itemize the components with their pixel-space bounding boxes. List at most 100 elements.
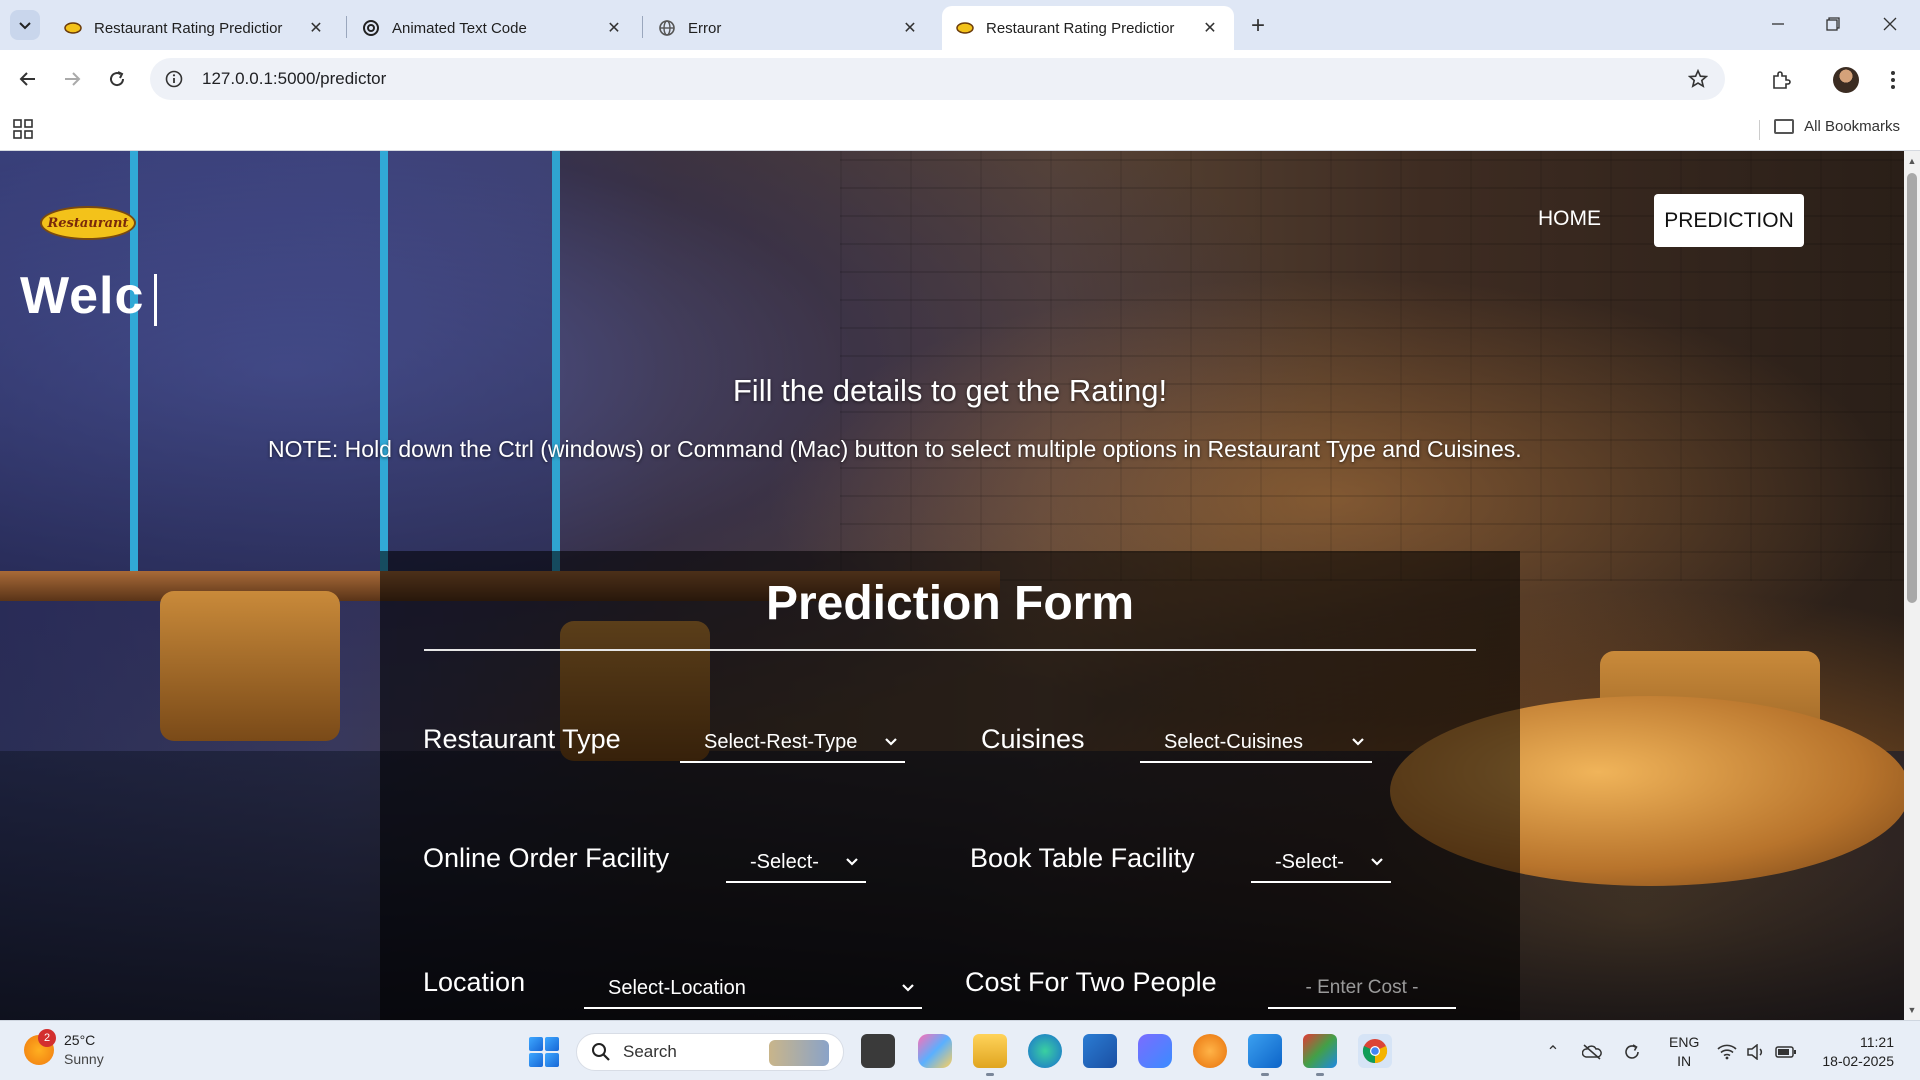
close-icon[interactable]: ✕ bbox=[604, 18, 624, 38]
forward-arrow-icon[interactable] bbox=[57, 64, 87, 94]
wifi-icon[interactable] bbox=[1716, 1041, 1738, 1063]
close-icon[interactable]: ✕ bbox=[306, 18, 326, 38]
book-table-value: -Select- bbox=[1275, 850, 1344, 873]
sync-icon[interactable] bbox=[1621, 1041, 1643, 1063]
chevron-down-icon bbox=[19, 22, 31, 30]
chrome-icon[interactable] bbox=[1358, 1034, 1392, 1068]
cost-label: Cost For Two People bbox=[965, 967, 1217, 997]
restaurant-favicon-icon bbox=[956, 19, 974, 37]
tab-title: Animated Text Code bbox=[392, 19, 527, 37]
bookmarks-divider bbox=[1759, 120, 1760, 140]
battery-icon[interactable] bbox=[1775, 1041, 1797, 1063]
vscode-icon[interactable] bbox=[1248, 1034, 1282, 1076]
taskbar-search[interactable]: Search bbox=[576, 1033, 844, 1071]
scroll-thumb[interactable] bbox=[1907, 173, 1917, 603]
tab-search-button[interactable] bbox=[10, 10, 40, 40]
page-scrollbar[interactable]: ▲ ▼ bbox=[1904, 151, 1920, 1020]
reload-icon[interactable] bbox=[102, 64, 132, 94]
scroll-up-icon[interactable]: ▲ bbox=[1904, 153, 1920, 169]
scroll-down-icon[interactable]: ▼ bbox=[1904, 1002, 1920, 1018]
online-order-label: Online Order Facility bbox=[423, 843, 670, 873]
bookmark-star-icon[interactable] bbox=[1687, 68, 1709, 90]
url-text[interactable]: 127.0.0.1:5000/predictor bbox=[202, 69, 386, 89]
system-clock[interactable]: 11:21 18-02-2025 bbox=[1814, 1033, 1894, 1071]
search-icon bbox=[592, 1043, 610, 1061]
selection-note: NOTE: Hold down the Ctrl (windows) or Co… bbox=[268, 436, 1522, 462]
taskbar: 2 25°C Sunny Search ⌃ ENG IN 11:21 18-02… bbox=[0, 1020, 1920, 1080]
tab-title: Restaurant Rating Predictior bbox=[94, 19, 283, 37]
restaurant-favicon-icon bbox=[64, 19, 82, 37]
chevron-down-icon bbox=[894, 983, 922, 993]
all-bookmarks-button[interactable]: All Bookmarks bbox=[1774, 118, 1900, 135]
nav-home-link[interactable]: HOME bbox=[1538, 207, 1601, 231]
restore-icon[interactable] bbox=[1813, 8, 1853, 40]
page-headline: Fill the details to get the Rating! bbox=[732, 373, 1168, 408]
restaurant-type-label: Restaurant Type bbox=[423, 724, 621, 754]
cuisines-label: Cuisines bbox=[981, 724, 1085, 754]
minimize-icon[interactable] bbox=[1758, 8, 1798, 40]
task-view-icon[interactable] bbox=[861, 1034, 895, 1068]
chevron-down-icon bbox=[1363, 857, 1391, 867]
tab-animated-text[interactable]: Animated Text Code ✕ bbox=[348, 6, 638, 50]
app-multicolor-icon[interactable] bbox=[1303, 1034, 1337, 1076]
chrome-logo-icon bbox=[1362, 1039, 1388, 1064]
restaurant-type-select[interactable]: Select-Rest-Type bbox=[680, 723, 905, 763]
cuisines-select[interactable]: Select-Cuisines bbox=[1140, 723, 1372, 763]
window-close-icon[interactable] bbox=[1870, 8, 1910, 40]
restaurant-type-value: Select-Rest-Type bbox=[704, 730, 858, 753]
nav-prediction-button[interactable]: PREDICTION bbox=[1654, 194, 1804, 247]
chevron-down-icon bbox=[838, 857, 866, 867]
book-table-select[interactable]: -Select- bbox=[1251, 843, 1391, 883]
openai-favicon-icon bbox=[362, 19, 380, 37]
tab-restaurant-active[interactable]: Restaurant Rating Predictior ✕ bbox=[942, 6, 1234, 50]
weather-widget[interactable]: 2 25°C Sunny bbox=[24, 1029, 104, 1069]
file-explorer-icon[interactable] bbox=[973, 1034, 1007, 1076]
clock-time: 11:21 bbox=[1860, 1034, 1894, 1050]
all-bookmarks-label: All Bookmarks bbox=[1804, 118, 1900, 135]
location-label: Location bbox=[423, 967, 526, 997]
region-code: IN bbox=[1677, 1053, 1692, 1069]
clock-date: 18-02-2025 bbox=[1822, 1053, 1894, 1069]
apps-grid-icon[interactable] bbox=[12, 118, 36, 142]
window-frame bbox=[380, 151, 388, 581]
site-info-icon[interactable] bbox=[164, 69, 184, 89]
typing-caret bbox=[154, 274, 157, 326]
tab-title: Restaurant Rating Predictior bbox=[986, 19, 1175, 37]
copilot-app-icon[interactable] bbox=[1138, 1034, 1172, 1068]
tab-restaurant-1[interactable]: Restaurant Rating Predictior ✕ bbox=[50, 6, 340, 50]
welcome-animated-text: Welc bbox=[20, 267, 145, 325]
online-order-select[interactable]: -Select- bbox=[726, 843, 866, 883]
onedrive-offline-icon[interactable] bbox=[1581, 1041, 1603, 1063]
sun-icon: 2 bbox=[24, 1029, 56, 1065]
profile-avatar[interactable] bbox=[1830, 64, 1862, 96]
form-title: Prediction Form bbox=[765, 577, 1135, 630]
avatar bbox=[1833, 67, 1859, 93]
search-label: Search bbox=[623, 1042, 677, 1061]
browser-toolbar: 127.0.0.1:5000/predictor bbox=[0, 50, 1920, 108]
more-menu-icon[interactable] bbox=[1877, 64, 1909, 96]
windows-start-icon[interactable] bbox=[529, 1037, 559, 1067]
address-bar[interactable]: 127.0.0.1:5000/predictor bbox=[150, 58, 1725, 100]
new-tab-button[interactable]: + bbox=[1244, 12, 1272, 40]
language-indicator[interactable]: ENG IN bbox=[1669, 1033, 1699, 1071]
cost-input[interactable]: - Enter Cost - bbox=[1268, 969, 1456, 1009]
tab-separator bbox=[642, 16, 643, 38]
bookmarks-bar: All Bookmarks bbox=[0, 108, 1920, 151]
back-arrow-icon[interactable] bbox=[13, 64, 43, 94]
close-icon[interactable]: ✕ bbox=[900, 18, 920, 38]
weather-condition: Sunny bbox=[64, 1051, 104, 1067]
globe-icon bbox=[658, 19, 676, 37]
site-logo[interactable]: Restaurant bbox=[40, 206, 136, 240]
edge-browser-icon[interactable] bbox=[1028, 1034, 1062, 1068]
form-divider bbox=[424, 649, 1476, 651]
chevron-down-icon bbox=[1344, 737, 1372, 747]
copilot-icon[interactable] bbox=[918, 1034, 952, 1068]
extensions-icon[interactable] bbox=[1765, 64, 1797, 96]
chevron-up-icon[interactable]: ⌃ bbox=[1542, 1041, 1564, 1063]
tab-error[interactable]: Error ✕ bbox=[644, 6, 934, 50]
volume-icon[interactable] bbox=[1745, 1041, 1767, 1063]
app-orange-icon[interactable] bbox=[1193, 1034, 1227, 1068]
location-select[interactable]: Select-Location bbox=[584, 969, 922, 1009]
store-icon[interactable] bbox=[1083, 1034, 1117, 1068]
close-icon[interactable]: ✕ bbox=[1200, 18, 1220, 38]
